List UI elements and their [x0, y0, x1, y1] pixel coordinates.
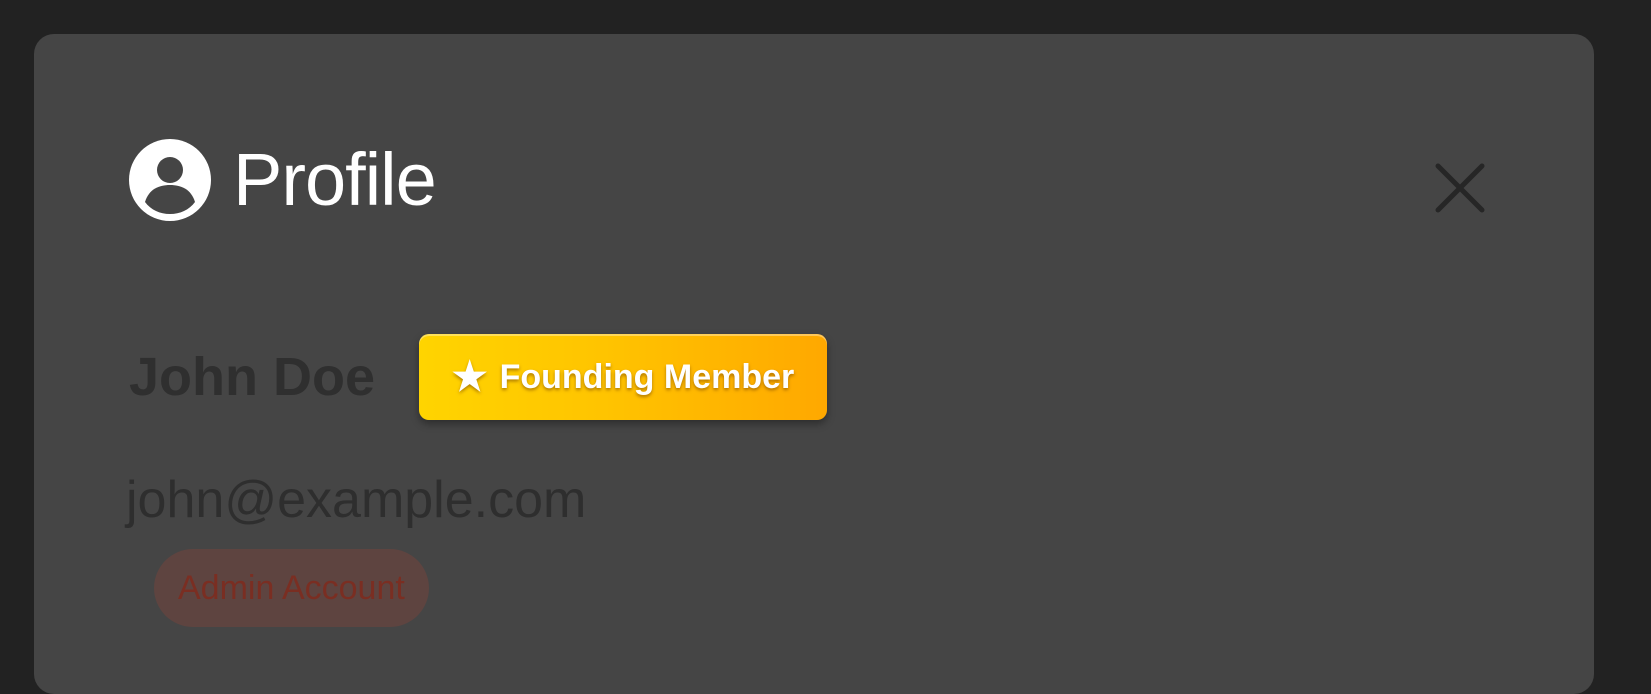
profile-dialog: Profile John Doe ★ Founding Member john@…: [34, 34, 1594, 694]
account-circle-icon: [129, 139, 211, 221]
founding-member-label: Founding Member: [499, 357, 795, 396]
close-icon: [1435, 163, 1485, 213]
role-badge-label: Admin Account: [178, 568, 405, 607]
dialog-title: Profile: [233, 138, 437, 221]
user-name-row: John Doe ★ Founding Member: [129, 334, 828, 420]
role-badge: Admin Account: [154, 549, 429, 627]
founding-member-badge: ★ Founding Member: [419, 334, 828, 420]
user-email: john@example.com: [126, 471, 587, 529]
user-name: John Doe: [129, 347, 376, 407]
close-button[interactable]: [1432, 160, 1488, 216]
dialog-header: Profile: [129, 138, 437, 221]
star-icon: ★: [451, 355, 488, 399]
